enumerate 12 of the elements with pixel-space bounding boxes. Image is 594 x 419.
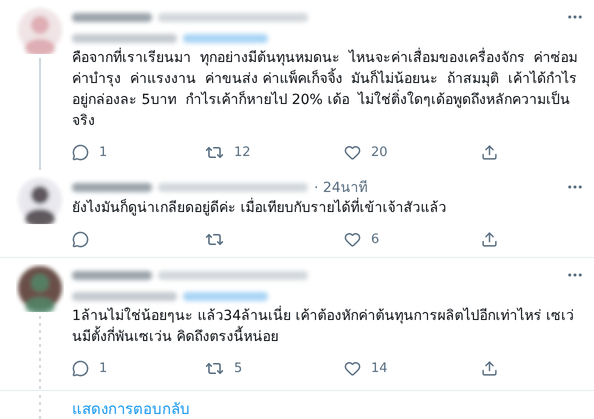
like-count: 20 <box>371 144 388 160</box>
tweet-time[interactable]: · 24นาที <box>314 176 368 198</box>
show-replies-link[interactable]: แสดงการตอบกลับ <box>72 397 190 419</box>
like-count: 6 <box>371 232 380 246</box>
retweet-count: 12 <box>234 144 251 160</box>
retweet-count: 5 <box>234 360 242 376</box>
reply-count: 1 <box>99 360 108 376</box>
like-count: 14 <box>371 360 388 376</box>
tweet-text: ยังไงมันก็ดูน่าเกลียดอยู่ดีค่ะ เมื่อเทียบกับรายได้ที่เข้าเจ้าสัวแล้ว <box>72 198 584 219</box>
tweet-text: คือจากที่เราเรียนมา ทุกอย่างมีต้นทุนหมดนะ ไหนจะค่าเสื่อมของเครื่องจักร ค่าซ่อม ค่าบำรุง ค่าแรงงาน ค่าขนส่ง ค่าแพ็คเก็จจิ้ง มันก็ไม่น้อยนะ ถ้าสมมุติ เค้าได้กำไร อยู่กล่องละ 5บาท กำไรเค้าก็หายไป 20% เด้อ ไม่ใช่ติ่งใดๆเด้อพูดถึงหลักความเป็น จริง <box>72 48 584 132</box>
tweet-text: 1ล้านไม่ใช่น้อยๆนะ แล้ว34ล้านเนี่ย เค้าต้องหักค่าต้นทุนการผลิตไปอีกเท่าไหร่ เซเว่ นมีตั้งกี่พันเซเว่น คิดถึงตรงนี้หน่อย <box>72 306 584 348</box>
reply-count: 1 <box>99 144 108 160</box>
